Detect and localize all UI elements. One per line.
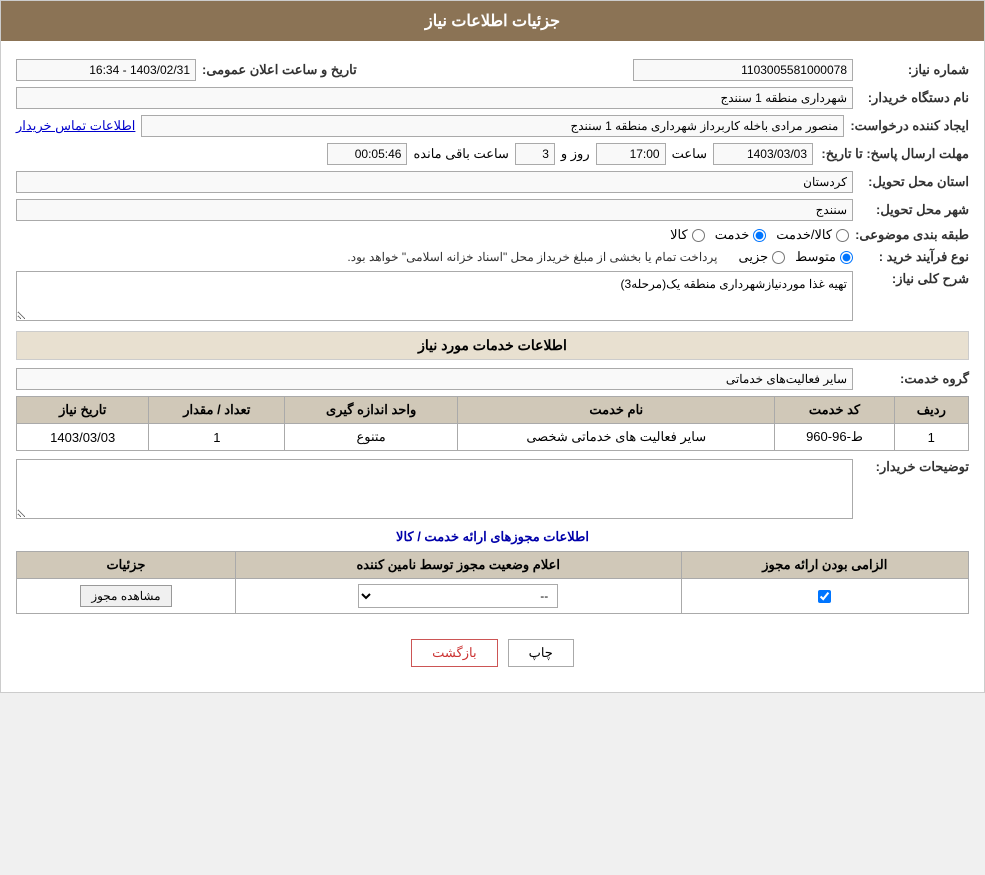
col-row: ردیف — [894, 397, 968, 424]
page-title: جزئیات اطلاعات نیاز — [425, 13, 560, 30]
license-required-checkbox[interactable] — [818, 590, 831, 603]
deadline-day-label: روز و — [561, 146, 590, 162]
remaining-input — [327, 143, 407, 165]
license-table: الزامی بودن ارائه مجوز اعلام وضعیت مجوز … — [16, 551, 969, 614]
city-input — [16, 199, 853, 221]
license-row: -- مشاهده مجوز — [17, 579, 969, 614]
cell-code: ط-96-960 — [775, 424, 894, 451]
license-required-cell — [681, 579, 968, 614]
deadline-time-input — [596, 143, 666, 165]
radio-khedmat[interactable]: خدمت — [715, 227, 767, 243]
cell-row: 1 — [894, 424, 968, 451]
buyer-org-label: نام دستگاه خریدار: — [859, 90, 969, 106]
col-code: کد خدمت — [775, 397, 894, 424]
cell-date: 1403/03/03 — [17, 424, 149, 451]
col-name: نام خدمت — [458, 397, 775, 424]
need-number-input — [633, 59, 853, 81]
deadline-days-input — [515, 143, 555, 165]
need-desc-label: شرح کلی نیاز: — [859, 271, 969, 287]
action-buttons: چاپ بازگشت — [16, 624, 969, 682]
province-label: استان محل تحویل: — [859, 174, 969, 190]
purchase-note: پرداخت تمام یا بخشی از مبلغ خریداز محل "… — [347, 250, 717, 264]
cell-unit: متنوع — [285, 424, 458, 451]
buyer-org-input — [16, 87, 853, 109]
deadline-date-input — [713, 143, 813, 165]
col-license-required: الزامی بودن ارائه مجوز — [681, 552, 968, 579]
need-desc-textarea[interactable] — [16, 271, 853, 321]
service-group-label: گروه خدمت: — [859, 371, 969, 387]
contact-info-link[interactable]: اطلاعات تماس خریدار — [16, 118, 135, 134]
view-license-button[interactable]: مشاهده مجوز — [80, 585, 171, 607]
purchase-type-radio-group: جزیی متوسط — [738, 249, 853, 265]
radio-kala-khedmat[interactable]: کالا/خدمت — [776, 227, 849, 243]
license-status-cell: -- — [235, 579, 681, 614]
radio-kala[interactable]: کالا — [670, 227, 705, 243]
creator-input — [141, 115, 844, 137]
services-section-title: اطلاعات خدمات مورد نیاز — [16, 331, 969, 360]
col-license-status: اعلام وضعیت مجوز توسط نامین کننده — [235, 552, 681, 579]
deadline-time-label: ساعت — [672, 146, 707, 162]
service-group-input — [16, 368, 853, 390]
need-number-label: شماره نیاز: — [859, 62, 969, 78]
page-header: جزئیات اطلاعات نیاز — [1, 1, 984, 41]
cell-quantity: 1 — [149, 424, 285, 451]
announce-date-input — [16, 59, 196, 81]
city-label: شهر محل تحویل: — [859, 202, 969, 218]
category-radio-group: کالا خدمت کالا/خدمت — [670, 227, 849, 243]
province-input — [16, 171, 853, 193]
col-unit: واحد اندازه گیری — [285, 397, 458, 424]
deadline-label: مهلت ارسال پاسخ: تا تاریخ: — [819, 146, 969, 162]
buyer-notes-label: توضیحات خریدار: — [859, 459, 969, 475]
purchase-type-label: نوع فرآیند خرید : — [859, 249, 969, 265]
remaining-label: ساعت باقی مانده — [413, 146, 508, 162]
col-date: تاریخ نیاز — [17, 397, 149, 424]
radio-jozi[interactable]: جزیی — [738, 249, 785, 265]
col-qty: تعداد / مقدار — [149, 397, 285, 424]
category-label: طبقه بندی موضوعی: — [855, 227, 969, 243]
table-row: 1ط-96-960سایر فعالیت های خدماتی شخصیمتنو… — [17, 424, 969, 451]
radio-motevaset[interactable]: متوسط — [795, 249, 853, 265]
license-status-select[interactable]: -- — [358, 584, 558, 608]
cell-name: سایر فعالیت های خدماتی شخصی — [458, 424, 775, 451]
announce-date-label: تاریخ و ساعت اعلان عمومی: — [202, 62, 357, 78]
license-details-cell: مشاهده مجوز — [17, 579, 236, 614]
print-button[interactable]: چاپ — [508, 639, 574, 667]
back-button[interactable]: بازگشت — [411, 639, 497, 667]
creator-label: ایجاد کننده درخواست: — [850, 118, 969, 134]
license-section-title: اطلاعات مجوزهای ارائه خدمت / کالا — [16, 529, 969, 545]
buyer-notes-textarea[interactable] — [16, 459, 853, 519]
services-table: ردیف کد خدمت نام خدمت واحد اندازه گیری ت… — [16, 396, 969, 451]
col-license-details: جزئیات — [17, 552, 236, 579]
